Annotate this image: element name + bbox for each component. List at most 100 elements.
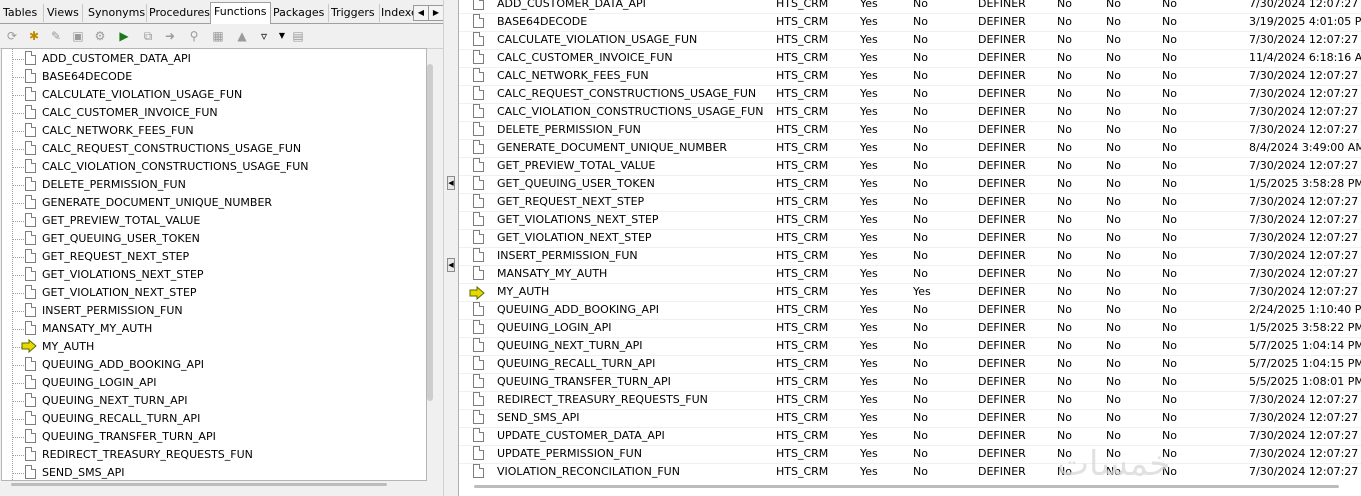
tree-item[interactable]: GET_VIOLATIONS_NEXT_STEP: [2, 266, 412, 284]
tab-indexes[interactable]: Indexe: [378, 4, 418, 22]
tree-item[interactable]: MY_AUTH: [2, 338, 412, 356]
function-file-icon: [473, 50, 484, 64]
tree-item[interactable]: CALC_CUSTOMER_INVOICE_FUN: [2, 104, 412, 122]
table-row[interactable]: QUEUING_TRANSFER_TURN_API HTS_CRM Yes No DEF…: [459, 373, 1361, 392]
table-row[interactable]: MANSATY_MY_AUTH HTS_CRM Yes No DEFINER No No No…: [459, 265, 1361, 284]
find-icon[interactable]: ⚲: [186, 28, 202, 44]
tree-item[interactable]: CALC_REQUEST_CONSTRUCTIONS_USAGE_FUN: [2, 140, 412, 158]
cell-owner: HTS_CRM: [776, 141, 829, 154]
cell-owner: HTS_CRM: [776, 105, 829, 118]
table-row[interactable]: QUEUING_NEXT_TURN_API HTS_CRM Yes No DEFINER…: [459, 337, 1361, 356]
tree-item[interactable]: REDIRECT_TREASURY_REQUESTS_FUN: [2, 446, 412, 464]
new-object-icon[interactable]: ✱: [26, 28, 42, 44]
tab-tables[interactable]: Tables: [0, 4, 44, 22]
tree-item[interactable]: GET_VIOLATION_NEXT_STEP: [2, 284, 412, 302]
tree-item[interactable]: INSERT_PERMISSION_FUN: [2, 302, 412, 320]
collapse-left-icon[interactable]: ◀: [447, 258, 455, 272]
grid-horizontal-scrollbar[interactable]: [474, 485, 1339, 488]
tab-functions[interactable]: Functions: [210, 2, 271, 24]
tree-item[interactable]: GET_PREVIEW_TOTAL_VALUE: [2, 212, 412, 230]
tab-views[interactable]: Views: [44, 4, 83, 22]
tab-procedures[interactable]: Procedures: [146, 4, 213, 22]
tree-item[interactable]: GET_REQUEST_NEXT_STEP: [2, 248, 412, 266]
tab-synonyms[interactable]: Synonyms: [85, 4, 147, 22]
table-row[interactable]: ADD_CUSTOMER_DATA_API HTS_CRM Yes No DEFINER…: [459, 0, 1361, 14]
cell-debug: No: [913, 69, 928, 82]
tab-scroll-left-icon[interactable]: ◀: [413, 5, 429, 21]
tree-item[interactable]: SEND_SMS_API: [2, 464, 412, 480]
functions-tree[interactable]: ADD_CUSTOMER_DATA_API BASE64DECODE CALCULA…: [1, 48, 427, 481]
tab-triggers[interactable]: Triggers: [328, 4, 380, 22]
table-row[interactable]: QUEUING_LOGIN_API HTS_CRM Yes No DEFINER No No…: [459, 319, 1361, 338]
tree-item[interactable]: QUEUING_ADD_BOOKING_API: [2, 356, 412, 374]
chart-icon[interactable]: ▲: [234, 28, 250, 44]
table-row[interactable]: UPDATE_CUSTOMER_DATA_API HTS_CRM Yes No DEFI…: [459, 427, 1361, 446]
table-row[interactable]: QUEUING_ADD_BOOKING_API HTS_CRM Yes No DEFIN…: [459, 301, 1361, 320]
chart-icon[interactable]: ▦: [210, 28, 226, 44]
tree-item[interactable]: DELETE_PERMISSION_FUN: [2, 176, 412, 194]
tree-connector: [12, 77, 24, 78]
table-row[interactable]: GET_VIOLATIONS_NEXT_STEP HTS_CRM Yes No DEFI…: [459, 211, 1361, 230]
tree-item[interactable]: CALCULATE_VIOLATION_USAGE_FUN: [2, 86, 412, 104]
tree-item[interactable]: QUEUING_NEXT_TURN_API: [2, 392, 412, 410]
chevron-down-icon[interactable]: ▼: [274, 28, 290, 44]
tree-item[interactable]: QUEUING_LOGIN_API: [2, 374, 412, 392]
table-row[interactable]: UPDATE_PERMISSION_FUN HTS_CRM Yes No DEFINER…: [459, 445, 1361, 464]
cell-flag: No: [1162, 105, 1177, 118]
refresh-icon[interactable]: ⟳: [4, 28, 20, 44]
tree-item[interactable]: QUEUING_TRANSFER_TURN_API: [2, 428, 412, 446]
cell-flag: No: [1057, 0, 1072, 10]
tree-item[interactable]: GENERATE_DOCUMENT_UNIQUE_NUMBER: [2, 194, 412, 212]
cell-object-name: SEND_SMS_API: [497, 411, 580, 424]
tab-packages[interactable]: Packages: [270, 4, 329, 22]
tab-scroll-right-icon[interactable]: ▶: [428, 5, 444, 21]
cell-owner: HTS_CRM: [776, 375, 829, 388]
tree-horizontal-scrollbar[interactable]: [11, 483, 387, 486]
cell-owner: HTS_CRM: [776, 429, 829, 442]
cell-valid: Yes: [860, 465, 878, 478]
tree-item[interactable]: CALC_VIOLATION_CONSTRUCTIONS_USAGE_FUN: [2, 158, 412, 176]
cell-flag: No: [1162, 357, 1177, 370]
save-icon[interactable]: ▣: [70, 28, 86, 44]
tree-vertical-scrollbar[interactable]: [427, 64, 433, 401]
table-row[interactable]: GENERATE_DOCUMENT_UNIQUE_NUMBER HTS_CRM Ye…: [459, 139, 1361, 158]
debug-icon[interactable]: ▶: [116, 28, 132, 44]
tree-item[interactable]: ADD_CUSTOMER_DATA_API: [2, 50, 412, 68]
table-row[interactable]: GET_VIOLATION_NEXT_STEP HTS_CRM Yes No DEFIN…: [459, 229, 1361, 248]
export-icon[interactable]: ▤: [290, 28, 306, 44]
table-row[interactable]: CALC_REQUEST_CONSTRUCTIONS_USAGE_FUN HTS_…: [459, 85, 1361, 104]
table-row[interactable]: BASE64DECODE HTS_CRM Yes No DEFINER No No No 3/1…: [459, 13, 1361, 32]
table-row[interactable]: QUEUING_RECALL_TURN_API HTS_CRM Yes No DEFIN…: [459, 355, 1361, 374]
table-row[interactable]: CALCULATE_VIOLATION_USAGE_FUN HTS_CRM Yes N…: [459, 31, 1361, 50]
cell-flag: No: [1106, 87, 1121, 100]
copy-icon[interactable]: ⧉: [140, 28, 156, 44]
cell-debug: No: [913, 213, 928, 226]
compile-icon[interactable]: ⚙: [92, 28, 108, 44]
panel-splitter[interactable]: ◀ ◀: [443, 0, 459, 496]
table-row[interactable]: DELETE_PERMISSION_FUN HTS_CRM Yes No DEFINER…: [459, 121, 1361, 140]
table-row[interactable]: REDIRECT_TREASURY_REQUESTS_FUN HTS_CRM Yes…: [459, 391, 1361, 410]
table-row[interactable]: GET_REQUEST_NEXT_STEP HTS_CRM Yes No DEFINER…: [459, 193, 1361, 212]
tree-item[interactable]: QUEUING_RECALL_TURN_API: [2, 410, 412, 428]
table-row[interactable]: GET_PREVIEW_TOTAL_VALUE HTS_CRM Yes No DEFIN…: [459, 157, 1361, 176]
export-icon[interactable]: ➜: [162, 28, 178, 44]
table-row[interactable]: CALC_NETWORK_FEES_FUN HTS_CRM Yes No DEFINER…: [459, 67, 1361, 86]
table-row[interactable]: SEND_SMS_API HTS_CRM Yes No DEFINER No No No 7/3…: [459, 409, 1361, 428]
cell-debug: No: [913, 303, 928, 316]
tree-item[interactable]: CALC_NETWORK_FEES_FUN: [2, 122, 412, 140]
table-row[interactable]: CALC_CUSTOMER_INVOICE_FUN HTS_CRM Yes No DEF…: [459, 49, 1361, 68]
table-row[interactable]: INSERT_PERMISSION_FUN HTS_CRM Yes No DEFINER…: [459, 247, 1361, 266]
table-row[interactable]: GET_QUEUING_USER_TOKEN HTS_CRM Yes No DEFINE…: [459, 175, 1361, 194]
filter-icon[interactable]: ▿: [256, 28, 272, 44]
tree-item[interactable]: GET_QUEUING_USER_TOKEN: [2, 230, 412, 248]
cell-debug: Yes: [913, 285, 931, 298]
tree-item-label: MANSATY_MY_AUTH: [42, 322, 153, 335]
cell-last-modified: 7/30/2024 12:07:27 P: [1249, 105, 1361, 118]
tree-item[interactable]: BASE64DECODE: [2, 68, 412, 86]
cell-object-name: CALC_CUSTOMER_INVOICE_FUN: [497, 51, 673, 64]
tree-item[interactable]: MANSATY_MY_AUTH: [2, 320, 412, 338]
collapse-left-icon[interactable]: ◀: [447, 176, 455, 190]
table-row[interactable]: MY_AUTH HTS_CRM Yes Yes DEFINER No No No 7/30/20…: [459, 283, 1361, 302]
table-row[interactable]: CALC_VIOLATION_CONSTRUCTIONS_USAGE_FUN HT…: [459, 103, 1361, 122]
edit-icon[interactable]: ✎: [48, 28, 64, 44]
